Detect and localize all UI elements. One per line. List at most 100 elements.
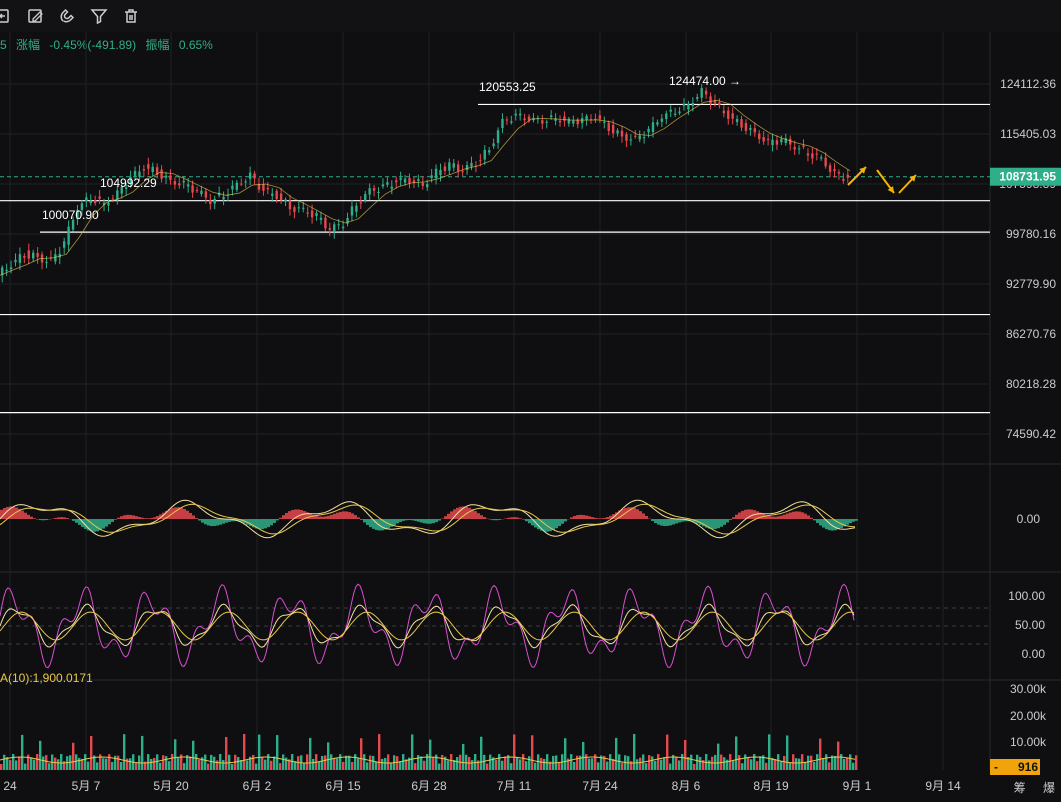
macd-bar-21 (21, 510, 24, 519)
volume-bar-618 (618, 754, 621, 770)
liquidation-button[interactable]: 爆 (1043, 781, 1055, 795)
candle-body-3-1 (45, 261, 48, 263)
macd-bar-447 (447, 513, 450, 519)
volume-bar-717 (717, 743, 720, 770)
macd-bar-795 (795, 511, 798, 519)
macd-bar-216 (216, 519, 219, 526)
macd-bar-414 (414, 519, 417, 521)
macd-bar-102 (102, 519, 105, 529)
candle-body-32-0 (426, 184, 429, 188)
volume-bar-621 (621, 762, 624, 770)
macd-bar-786 (786, 513, 789, 519)
corner-buttons: 筹 爆 (1000, 779, 1055, 796)
macd-bar-633 (633, 507, 636, 519)
volume-bar-171 (171, 754, 174, 770)
macd-bar-63 (63, 517, 66, 519)
macd-bar-489 (489, 519, 492, 520)
macd-bar-408 (408, 519, 411, 521)
macd-bar-819 (819, 519, 822, 526)
candle-body-39-1 (523, 118, 526, 121)
candle-body-6-1 (85, 197, 88, 202)
price-chart[interactable]: 120553.25 124474.00 → 104992.29 100070.90 1… (0, 32, 1061, 802)
magnet-icon[interactable] (58, 6, 78, 26)
filter-icon[interactable] (89, 6, 109, 26)
macd-bar-402 (402, 519, 405, 521)
volume-bar-282 (282, 754, 285, 770)
macd-bar-636 (636, 509, 639, 519)
volume-bar-219 (219, 754, 222, 770)
volume-bar-15 (15, 760, 18, 770)
candle-body-15-2 (209, 200, 212, 205)
macd-bar-27 (27, 514, 30, 519)
candle-body-21-1 (284, 199, 287, 202)
candle-body-8-2 (116, 190, 119, 200)
candle-body-15-1 (204, 191, 208, 198)
volume-bar-78 (78, 757, 81, 770)
volume-bar-267 (267, 754, 270, 770)
candle-body-41-0 (545, 121, 548, 123)
volume-bar-351 (351, 761, 354, 770)
candle-body-59-2 (793, 147, 796, 150)
macd-axis-label: 0.00 (1017, 512, 1041, 526)
macd-bar-561 (561, 519, 564, 524)
volume-bar-105 (105, 758, 108, 770)
macd-bar-54 (54, 517, 57, 519)
volume-bar-126 (126, 758, 129, 770)
macd-bar-801 (801, 512, 804, 519)
volume-bar-150 (150, 758, 153, 770)
volume-bar-807 (807, 755, 810, 770)
candle-body-34-2 (461, 171, 464, 173)
macd-bar-318 (318, 516, 321, 519)
volume-bar-543 (543, 758, 546, 770)
candle-body-52-0 (691, 102, 695, 106)
volume-bar-420 (420, 756, 423, 770)
candle-body-62-2 (833, 169, 836, 172)
candle-body-20-2 (275, 190, 278, 200)
volume-bar-753 (753, 754, 756, 770)
macd-bar-375 (375, 519, 378, 531)
edit-icon[interactable] (26, 6, 46, 26)
candle-body-30-2 (408, 177, 411, 184)
candle-body-45-0 (598, 115, 602, 120)
macd-bar-594 (594, 517, 597, 519)
volume-bar-429 (429, 739, 432, 770)
volume-bar-570 (570, 754, 573, 770)
macd-bar-189 (189, 512, 192, 519)
macd-bar-345 (345, 511, 348, 519)
macd-bar-66 (66, 518, 69, 519)
candle-body-31-1 (417, 179, 420, 181)
undo-icon[interactable] (0, 6, 14, 26)
candle-body-12-1 (164, 175, 168, 178)
chip-button[interactable]: 筹 (1014, 781, 1026, 795)
macd-bar-327 (327, 515, 330, 519)
macd-bar-726 (726, 519, 729, 523)
volume-tag-prefix: - (994, 760, 998, 774)
candle-body-57-2 (766, 138, 770, 140)
trash-icon[interactable] (121, 6, 141, 26)
macd-bar-399 (399, 519, 402, 522)
macd-bar-60 (60, 517, 63, 519)
candle-body-34-1 (457, 164, 460, 172)
macd-bar-645 (645, 515, 648, 519)
candle-body-52-1 (696, 97, 699, 99)
volume-bar-813 (813, 762, 816, 770)
volume-bar-42 (42, 756, 45, 770)
macd-bar-291 (291, 509, 294, 519)
volume-bar-846 (846, 757, 849, 770)
candle-body-42-0 (558, 120, 562, 123)
volume-bar-795 (795, 758, 798, 770)
candle-body-60-2 (806, 153, 810, 156)
macd-bar-405 (405, 519, 408, 521)
macd-bar-549 (549, 519, 552, 532)
candle-body-47-0 (625, 134, 628, 141)
volume-bar-438 (438, 763, 441, 770)
volume-bar-375 (375, 761, 378, 770)
volume-bar-60 (60, 754, 63, 770)
price-axis-label-0: 124112.36 (1000, 77, 1056, 91)
macd-bar-192 (192, 515, 195, 519)
candle-body-14-0 (186, 184, 190, 187)
macd-bar-804 (804, 513, 807, 519)
candle-body-58-0 (771, 139, 774, 146)
macd-bar-639 (639, 511, 642, 519)
candle-body-50-2 (673, 113, 677, 115)
